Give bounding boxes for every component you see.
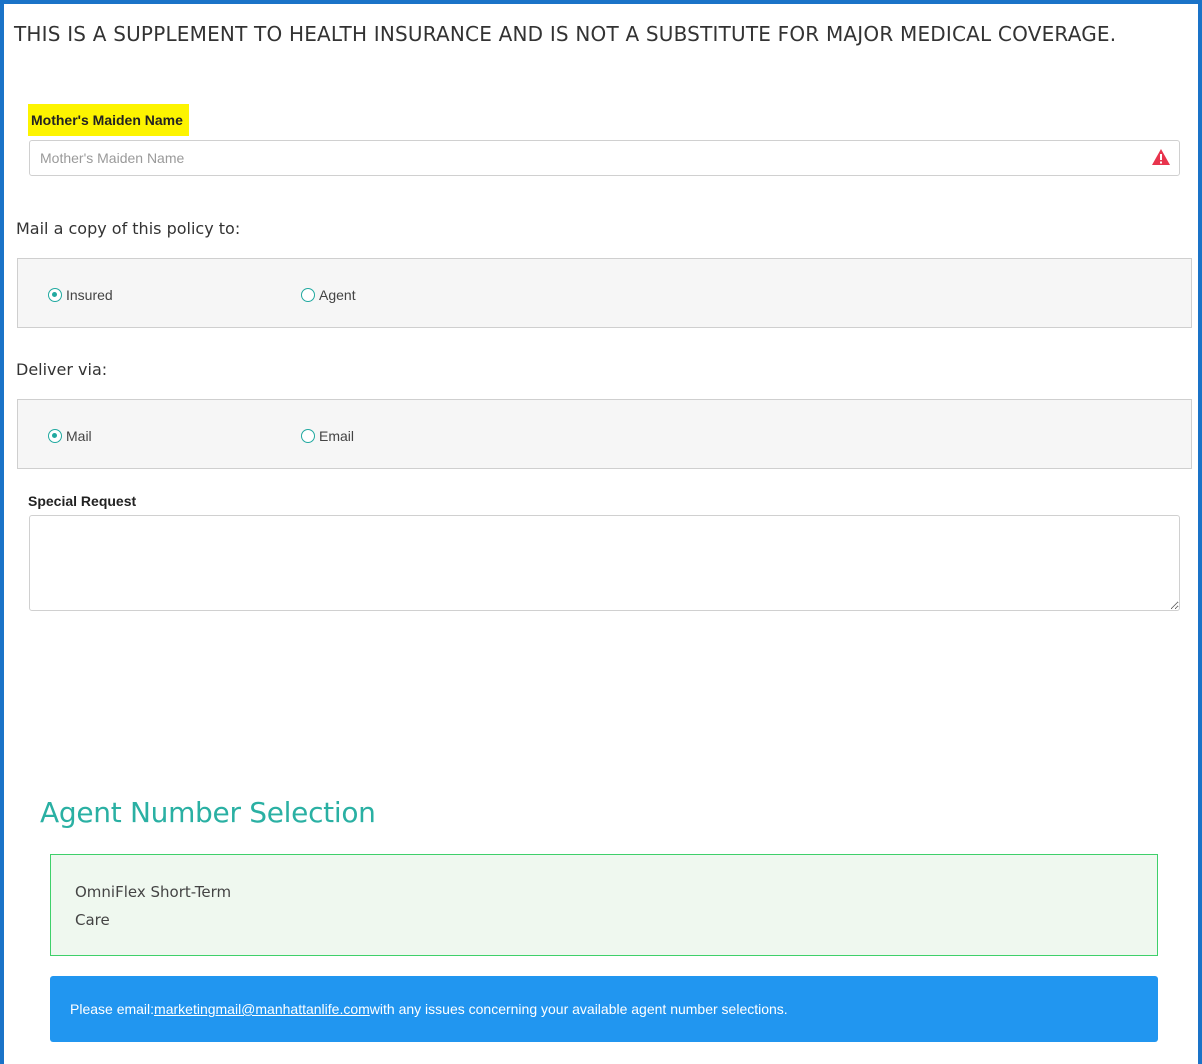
- radio-insured[interactable]: Insured: [48, 287, 113, 303]
- coverage-notice: THIS IS A SUPPLEMENT TO HEALTH INSURANCE…: [14, 22, 1117, 46]
- radio-email-indicator[interactable]: [301, 429, 315, 443]
- radio-mail[interactable]: Mail: [48, 428, 92, 444]
- agent-selection-title: Agent Number Selection: [40, 796, 376, 829]
- radio-insured-label: Insured: [66, 287, 113, 303]
- maiden-name-label: Mother's Maiden Name: [28, 104, 189, 136]
- info-suffix: with any issues concerning your availabl…: [369, 1001, 788, 1017]
- agent-product-name-line1: OmniFlex Short-Term: [75, 883, 232, 901]
- special-request-label: Special Request: [28, 493, 137, 509]
- mail-copy-radio-group: Insured Agent: [17, 258, 1192, 328]
- special-request-textarea[interactable]: [29, 515, 1180, 611]
- radio-agent-label: Agent: [319, 287, 356, 303]
- deliver-via-heading: Deliver via:: [16, 360, 108, 379]
- agent-product-card[interactable]: OmniFlex Short-Term Care: [50, 854, 1158, 956]
- info-alert: Please email: marketingmail@manhattanlif…: [50, 976, 1158, 1042]
- warning-triangle-icon: [1152, 149, 1170, 165]
- deliver-via-radio-group: Mail Email: [17, 399, 1192, 469]
- radio-insured-indicator[interactable]: [48, 288, 62, 302]
- agent-product-name-line2: Care: [75, 911, 110, 929]
- mail-copy-heading: Mail a copy of this policy to:: [16, 219, 241, 238]
- radio-email[interactable]: Email: [301, 428, 354, 444]
- radio-email-label: Email: [319, 428, 355, 444]
- marketing-email-link[interactable]: marketingmail@manhattanlife.com: [154, 1001, 370, 1017]
- info-prefix: Please email:: [70, 1001, 155, 1017]
- radio-agent-indicator[interactable]: [301, 288, 315, 302]
- maiden-name-input[interactable]: [29, 140, 1180, 176]
- radio-mail-indicator[interactable]: [48, 429, 62, 443]
- radio-agent[interactable]: Agent: [301, 287, 356, 303]
- radio-mail-label: Mail: [66, 428, 92, 444]
